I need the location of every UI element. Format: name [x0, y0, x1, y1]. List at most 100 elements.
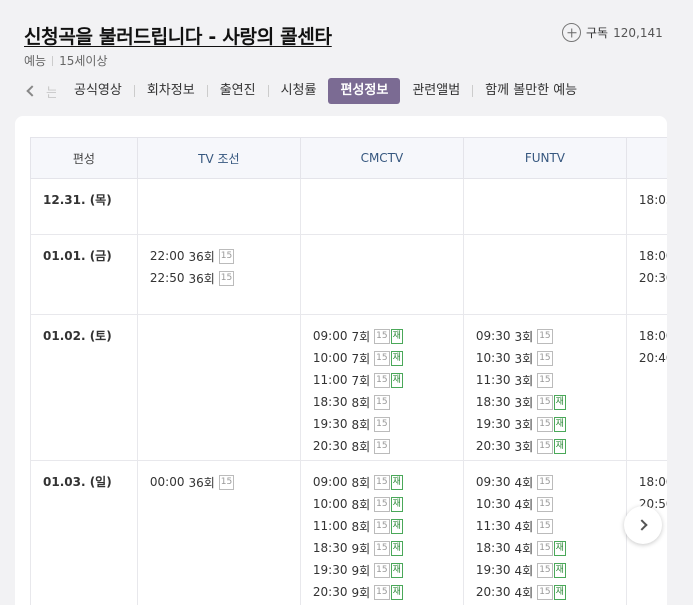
episode-number: 3회	[514, 417, 534, 432]
rerun-badge: 재	[390, 518, 403, 534]
age-rating-badge: 15	[537, 518, 553, 534]
broadcast-entry: 11:00 8회 15 재	[313, 515, 451, 537]
age-rating-badge: 15	[537, 540, 553, 556]
tab-4[interactable]: 편성정보	[328, 78, 401, 104]
channel-header: CMCTV	[300, 137, 464, 179]
episode-number: 36회	[188, 475, 215, 490]
episode-number: 8회	[351, 497, 371, 512]
broadcast-entry: 09:30 4회 15	[476, 471, 614, 493]
rerun-badge: 재	[390, 328, 403, 344]
broadcast-time: 11:00	[312, 519, 348, 533]
page-scrollbar[interactable]	[676, 0, 693, 605]
episode-number: 3회	[514, 439, 534, 454]
episode-number: 4회	[514, 563, 534, 578]
tab-2[interactable]: 출연진	[208, 78, 268, 104]
schedule-cell	[463, 234, 627, 315]
broadcast-entry: 10:00 8회 15 재	[313, 493, 451, 515]
schedule-cell	[137, 314, 301, 461]
broadcast-entry: 19:30 9회 15 재	[313, 559, 451, 581]
episode-number: 36회	[188, 271, 215, 286]
broadcast-time: 11:30	[475, 373, 511, 387]
subscribe-button[interactable]: 구독 120,141	[562, 23, 663, 42]
schedule-cell: 22:00 36회 15 22:50 36회 15	[137, 234, 301, 315]
broadcast-time: 18:00	[638, 329, 667, 343]
schedule-header-row: 편성 TV 조선CMCTVFUNTVGMTV	[30, 137, 667, 179]
chevron-left-icon	[26, 85, 38, 97]
tab-0[interactable]: 공식영상	[62, 78, 134, 104]
tab-6[interactable]: 함께 볼만한 예능	[473, 78, 589, 104]
tab-5[interactable]: 관련앨범	[400, 78, 472, 104]
program-header: 신청곡을 불러드립니다 - 사랑의 콜센타 예능 15세이상 구독 120,141…	[0, 0, 676, 112]
age-rating-badge: 15	[374, 328, 390, 344]
broadcast-entry: 11:00 7회 15 재	[313, 369, 451, 391]
broadcast-entry: 18:30 9회 15 재	[313, 537, 451, 559]
broadcast-time: 19:30	[312, 563, 348, 577]
scroll-next-button[interactable]	[624, 506, 662, 544]
broadcast-time: 18:30	[312, 395, 348, 409]
broadcast-time: 09:00	[312, 475, 348, 489]
program-title[interactable]: 신청곡을 불러드립니다 - 사랑의 콜센타	[24, 22, 332, 49]
tabs-prev-button[interactable]	[24, 78, 46, 104]
broadcast-entry: 22:50 36회 15	[150, 267, 288, 289]
schedule-cell: 09:00 7회 15 재 10:00 7회 15 재 11:00 7회 15 재 18:30 8회 15 1…	[300, 314, 464, 461]
broadcast-time: 18:00	[638, 475, 667, 489]
schedule-cell: 18:055회15	[626, 178, 667, 235]
episode-number: 8회	[351, 395, 371, 410]
episode-number: 8회	[351, 475, 371, 490]
broadcast-time: 11:30	[475, 519, 511, 533]
broadcast-time: 10:00	[312, 497, 348, 511]
schedule-date: 01.02. (토)	[30, 314, 138, 461]
broadcast-entry: 20:30 3회 15 재	[476, 435, 614, 457]
episode-number: 8회	[351, 439, 371, 454]
tab-3[interactable]: 시청률	[269, 78, 329, 104]
broadcast-entry: 10:30 3회 15	[476, 347, 614, 369]
broadcast-time: 10:00	[312, 351, 348, 365]
age-rating-badge: 15	[218, 474, 235, 490]
tab-1[interactable]: 회차정보	[135, 78, 207, 104]
broadcast-entry: 18:30 3회 15 재	[476, 391, 614, 413]
age-rating-badge: 15	[537, 416, 553, 432]
broadcast-entry: 11:30 4회 15	[476, 515, 614, 537]
schedule-cell	[300, 178, 464, 235]
schedule-card: 편성 TV 조선CMCTVFUNTVGMTV 12.31. (목) 18:055회…	[15, 116, 667, 605]
age-rating-badge: 15	[218, 270, 235, 286]
schedule-row: 01.01. (금)22:0036회1522:5036회1518:003회152…	[30, 234, 667, 315]
broadcast-time: 20:30	[475, 439, 511, 453]
program-tabs: 는 공식영상 회차정보 출연진 시청률 편성정보 관련앨범 함께 볼만한 예능	[24, 78, 589, 104]
schedule-date: 01.03. (일)	[30, 460, 138, 605]
subscriber-count: 120,141	[613, 25, 663, 40]
subscribe-label: 구독	[586, 26, 609, 40]
broadcast-entry: 10:00 7회 15 재	[313, 347, 451, 369]
age-rating-badge: 15	[537, 350, 553, 366]
broadcast-time: 18:00	[638, 249, 667, 263]
broadcast-time: 18:30	[475, 541, 511, 555]
age-rating-badge: 15	[374, 372, 390, 388]
header-schedule: 편성	[30, 137, 138, 179]
schedule-cell	[463, 178, 627, 235]
broadcast-time: 20:40	[638, 351, 667, 365]
age-rating-badge: 15	[374, 350, 390, 366]
schedule-table: 편성 TV 조선CMCTVFUNTVGMTV 12.31. (목) 18:055회…	[30, 137, 667, 605]
episode-number: 4회	[514, 497, 534, 512]
episode-number: 3회	[514, 329, 534, 344]
schedule-row: 12.31. (목) 18:055회15	[30, 178, 667, 235]
schedule-cell	[300, 234, 464, 315]
tab-list: 공식영상 회차정보 출연진 시청률 편성정보 관련앨범 함께 볼만한 예능	[62, 78, 589, 104]
channel-header: GMTV	[626, 137, 667, 179]
broadcast-entry: 19:30 3회 15 재	[476, 413, 614, 435]
broadcast-entry: 20:30 9회 15 재	[313, 581, 451, 603]
broadcast-entry: 00:00 36회 15	[150, 471, 288, 493]
channel-header: TV 조선	[137, 137, 301, 179]
broadcast-entry: 18:002회15	[639, 325, 667, 347]
broadcast-entry: 09:00 7회 15 재	[313, 325, 451, 347]
schedule-row: 01.03. (일) 00:00 36회 15 09:00 8회 15 재 10:00 8회 15 재…	[30, 460, 667, 605]
broadcast-entry: 11:30 3회 15	[476, 369, 614, 391]
chevron-right-icon	[635, 519, 648, 531]
broadcast-entry: 20:30 8회 15	[313, 435, 451, 457]
schedule-table-wrapper[interactable]: 편성 TV 조선CMCTVFUNTVGMTV 12.31. (목) 18:055회…	[30, 137, 667, 605]
episode-number: 9회	[351, 563, 371, 578]
broadcast-time: 09:00	[312, 329, 348, 343]
age-rating-badge: 15	[374, 474, 390, 490]
rerun-badge: 재	[553, 438, 566, 454]
schedule-cell: 09:30 4회 15 10:30 4회 15 11:30 4회 15 18:30 4회 15 재 19:…	[463, 460, 627, 605]
